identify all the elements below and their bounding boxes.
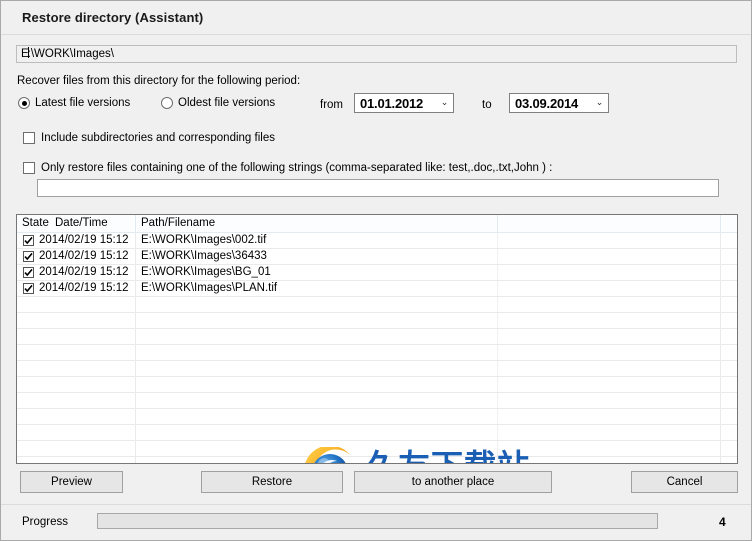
chevron-down-icon[interactable]: ⌄	[591, 97, 608, 109]
table-row-empty[interactable]	[17, 393, 737, 409]
checkbox-unchecked-icon	[23, 132, 35, 144]
column-divider[interactable]	[720, 215, 721, 232]
row-checkbox[interactable]	[23, 267, 34, 278]
restore-to-another-place-button[interactable]: to another place	[354, 471, 552, 493]
column-header-path[interactable]: Path/Filename	[141, 217, 215, 229]
row-path: E:\WORK\Images\PLAN.tif	[141, 282, 278, 294]
row-path: E:\WORK\Images\36433	[141, 250, 267, 262]
radio-latest-file-versions[interactable]: Latest file versions	[18, 97, 130, 109]
date-from-dropdown[interactable]: 01.01.2012 ⌄	[354, 93, 454, 113]
row-checkbox[interactable]	[23, 235, 34, 246]
to-label: to	[482, 99, 492, 111]
date-to-dropdown[interactable]: 03.09.2014 ⌄	[509, 93, 609, 113]
file-count-value: 4	[719, 515, 726, 529]
progress-label: Progress	[22, 516, 69, 528]
row-datetime: 2014/02/19 15:12	[39, 250, 129, 262]
bottom-divider	[1, 504, 751, 505]
table-row-empty[interactable]	[17, 361, 737, 377]
table-row-empty[interactable]	[17, 345, 737, 361]
row-datetime: 2014/02/19 15:12	[39, 282, 129, 294]
table-row-empty[interactable]	[17, 441, 737, 457]
radio-unselected-icon	[161, 97, 173, 109]
radio-selected-icon	[18, 97, 30, 109]
chevron-down-icon[interactable]: ⌄	[436, 97, 453, 109]
preview-button[interactable]: Preview	[20, 471, 123, 493]
row-path: E:\WORK\Images\BG_01	[141, 266, 271, 278]
table-row-empty[interactable]	[17, 313, 737, 329]
include-subdirectories-label: Include subdirectories and corresponding…	[41, 132, 275, 144]
table-row-empty[interactable]	[17, 377, 737, 393]
path-suffix: :\WORK\Images\	[27, 48, 114, 60]
watermark-faint-text: 9UPK.COM	[275, 463, 370, 464]
date-to-value: 03.09.2014	[515, 95, 579, 111]
title-divider	[1, 34, 751, 35]
row-datetime: 2014/02/19 15:12	[39, 266, 129, 278]
restore-button[interactable]: Restore	[201, 471, 343, 493]
period-description-label: Recover files from this directory for th…	[17, 75, 301, 87]
row-datetime: 2014/02/19 15:12	[39, 234, 129, 246]
table-row-empty[interactable]	[17, 409, 737, 425]
row-checkbox[interactable]	[23, 283, 34, 294]
directory-path-input[interactable]: E:\WORK\Images\	[16, 45, 737, 63]
row-checkbox[interactable]	[23, 251, 34, 262]
restore-directory-dialog: Restore directory (Assistant) E:\WORK\Im…	[0, 0, 752, 541]
table-row-empty[interactable]	[17, 297, 737, 313]
column-divider[interactable]	[135, 215, 136, 232]
table-row[interactable]: 2014/02/19 15:12 E:\WORK\Images\BG_01	[17, 265, 737, 281]
dialog-title-bar: Restore directory (Assistant)	[1, 1, 751, 35]
radio-oldest-label: Oldest file versions	[178, 97, 276, 109]
file-list-panel[interactable]: State Date/Time Path/Filename 2014/02/19…	[16, 214, 738, 464]
table-row[interactable]: 2014/02/19 15:12 E:\WORK\Images\36433	[17, 249, 737, 265]
radio-oldest-file-versions[interactable]: Oldest file versions	[161, 97, 275, 109]
checkbox-include-subdirectories[interactable]: Include subdirectories and corresponding…	[23, 132, 275, 144]
checkbox-only-restore-matching[interactable]: Only restore files containing one of the…	[23, 162, 552, 174]
file-list-header: State Date/Time Path/Filename	[17, 215, 737, 233]
progress-bar	[97, 513, 658, 529]
filter-strings-input[interactable]	[37, 179, 719, 197]
cancel-button[interactable]: Cancel	[631, 471, 738, 493]
table-row[interactable]: 2014/02/19 15:12 E:\WORK\Images\002.tif	[17, 233, 737, 249]
column-header-datetime[interactable]: Date/Time	[55, 217, 108, 229]
page-title: Restore directory (Assistant)	[22, 10, 204, 25]
radio-latest-label: Latest file versions	[35, 97, 131, 109]
column-divider[interactable]	[497, 215, 498, 232]
file-list-rows: 2014/02/19 15:12 E:\WORK\Images\002.tif 20…	[17, 233, 737, 463]
table-row-empty[interactable]	[17, 329, 737, 345]
column-header-state[interactable]: State	[22, 217, 49, 229]
table-row[interactable]: 2014/02/19 15:12 E:\WORK\Images\PLAN.tif	[17, 281, 737, 297]
only-restore-label: Only restore files containing one of the…	[41, 162, 553, 174]
row-path: E:\WORK\Images\002.tif	[141, 234, 267, 246]
table-row-empty[interactable]	[17, 425, 737, 441]
date-from-value: 01.01.2012	[360, 95, 424, 111]
from-label: from	[320, 99, 343, 111]
checkbox-unchecked-icon	[23, 162, 35, 174]
